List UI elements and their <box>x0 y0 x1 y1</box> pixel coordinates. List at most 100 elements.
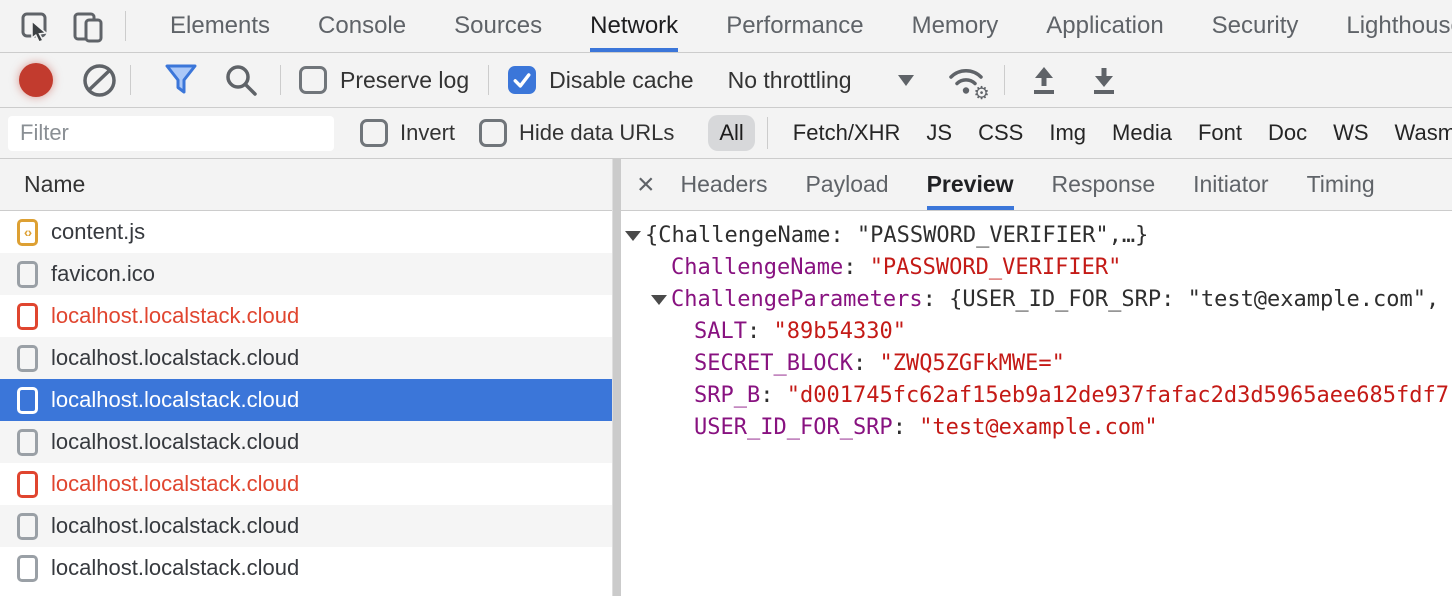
type-filter-all[interactable]: All <box>708 115 754 151</box>
search-icon[interactable] <box>223 62 260 99</box>
panel-split-divider[interactable] <box>612 159 621 596</box>
chevron-down-icon[interactable] <box>898 75 914 86</box>
name-column-header[interactable]: Name <box>0 159 612 211</box>
tab-sources[interactable]: Sources <box>454 0 542 52</box>
type-filter-doc[interactable]: Doc <box>1268 120 1307 146</box>
request-detail-panel: × Headers Payload Preview Response Initiator… <box>621 159 1452 596</box>
throttling-select[interactable]: No throttling <box>728 67 852 94</box>
type-filter-font[interactable]: Font <box>1198 120 1242 146</box>
detail-tabs: Headers Payload Preview Response Initiator Ti… <box>655 159 1394 210</box>
filter-input[interactable] <box>8 116 334 151</box>
json-string-value: "89b54330" <box>773 319 905 344</box>
request-name: localhost.localstack.cloud <box>51 513 299 539</box>
type-filter-js[interactable]: JS <box>926 120 952 146</box>
table-row[interactable]: localhost.localstack.cloud <box>0 463 612 505</box>
inspect-element-icon[interactable] <box>20 11 51 42</box>
expander-triangle-icon[interactable] <box>625 231 641 241</box>
hide-data-urls-label[interactable]: Hide data URLs <box>519 120 674 146</box>
tab-memory[interactable]: Memory <box>912 0 999 52</box>
hide-data-urls-checkbox[interactable] <box>479 119 507 147</box>
detail-tab-payload[interactable]: Payload <box>805 159 888 210</box>
main-tab-strip: Elements Console Sources Network Performance… <box>0 0 1452 53</box>
json-text: : <box>893 415 920 440</box>
tab-network[interactable]: Network <box>590 0 678 52</box>
toolbar-separator <box>125 11 126 41</box>
json-tree-line[interactable]: ChallengeName: "PASSWORD_VERIFIER" <box>621 252 1452 284</box>
request-list-panel: Name ‹›content.jsfavicon.icolocalhost.lo… <box>0 159 612 596</box>
table-row[interactable]: ‹› content.js <box>0 211 612 253</box>
tab-elements[interactable]: Elements <box>170 0 270 52</box>
type-filter-css[interactable]: CSS <box>978 120 1023 146</box>
detail-tab-timing[interactable]: Timing <box>1307 159 1375 210</box>
json-key: USER_ID_FOR_SRP <box>694 415 893 440</box>
tab-lighthouse[interactable]: Lighthouse <box>1346 0 1452 52</box>
json-tree-line[interactable]: {ChallengeName: "PASSWORD_VERIFIER",…} <box>621 220 1452 252</box>
request-rows: ‹›content.jsfavicon.icolocalhost.localst… <box>0 211 612 589</box>
script-glyph: ‹› <box>24 225 31 239</box>
document-file-icon <box>17 303 38 330</box>
type-filter-img[interactable]: Img <box>1049 120 1086 146</box>
table-row[interactable]: localhost.localstack.cloud <box>0 421 612 463</box>
request-name: localhost.localstack.cloud <box>51 471 299 497</box>
json-tree-line[interactable]: USER_ID_FOR_SRP: "test@example.com" <box>621 412 1452 444</box>
disable-cache-checkbox[interactable] <box>508 66 536 94</box>
table-row[interactable]: favicon.ico <box>0 253 612 295</box>
json-tree-line[interactable]: SECRET_BLOCK: "ZWQ5ZGFkMWE=" <box>621 348 1452 380</box>
close-icon[interactable]: × <box>637 170 655 200</box>
table-row[interactable]: localhost.localstack.cloud <box>0 295 612 337</box>
import-har-icon[interactable] <box>1027 63 1061 97</box>
filter-funnel-icon[interactable] <box>161 61 201 99</box>
clear-log-icon[interactable] <box>81 62 118 99</box>
invert-checkbox[interactable] <box>360 119 388 147</box>
json-tree-line[interactable]: SRP_B: "d001745fc62af15eb9a12de937fafac2… <box>621 380 1452 412</box>
request-name: content.js <box>51 219 145 245</box>
disable-cache-label[interactable]: Disable cache <box>549 67 693 94</box>
table-row[interactable]: localhost.localstack.cloud <box>0 337 612 379</box>
toolbar-separator <box>1004 65 1005 95</box>
invert-label[interactable]: Invert <box>400 120 455 146</box>
filter-separator <box>767 117 768 149</box>
type-filter-fetch-xhr[interactable]: Fetch/XHR <box>793 120 901 146</box>
json-key: SALT <box>694 319 747 344</box>
type-filter-ws[interactable]: WS <box>1333 120 1368 146</box>
network-toolbar: Preserve log Disable cache No throttling… <box>0 53 1452 108</box>
preserve-log-label[interactable]: Preserve log <box>340 67 469 94</box>
detail-tab-strip: × Headers Payload Preview Response Initiator… <box>621 159 1452 211</box>
document-file-icon <box>17 261 38 288</box>
detail-tab-initiator[interactable]: Initiator <box>1193 159 1268 210</box>
json-key: ChallengeParameters <box>671 287 923 312</box>
toolbar-separator <box>130 65 131 95</box>
json-key: SECRET_BLOCK <box>694 351 853 376</box>
main-tabs: Elements Console Sources Network Performance… <box>146 0 1452 52</box>
json-text: {USER_ID_FOR_SRP: "test@example.com", <box>949 287 1439 312</box>
preview-json-tree: {ChallengeName: "PASSWORD_VERIFIER",…}Ch… <box>621 212 1452 596</box>
detail-tab-response[interactable]: Response <box>1052 159 1156 210</box>
table-row[interactable]: localhost.localstack.cloud <box>0 547 612 589</box>
tab-security[interactable]: Security <box>1212 0 1299 52</box>
export-har-icon[interactable] <box>1087 63 1121 97</box>
device-toolbar-icon[interactable] <box>71 9 105 43</box>
record-button[interactable] <box>19 63 53 97</box>
tab-performance[interactable]: Performance <box>726 0 863 52</box>
request-name: localhost.localstack.cloud <box>51 555 299 581</box>
type-filter-wasm[interactable]: Wasm <box>1395 120 1452 146</box>
request-name: localhost.localstack.cloud <box>51 429 299 455</box>
preserve-log-checkbox[interactable] <box>299 66 327 94</box>
json-key: ChallengeName <box>671 255 843 280</box>
tab-application[interactable]: Application <box>1046 0 1163 52</box>
table-row[interactable]: localhost.localstack.cloud <box>0 379 612 421</box>
json-string-value: "ZWQ5ZGFkMWE=" <box>879 351 1064 376</box>
json-tree-line[interactable]: SALT: "89b54330" <box>621 316 1452 348</box>
toolbar-separator <box>280 65 281 95</box>
type-filter-media[interactable]: Media <box>1112 120 1172 146</box>
json-text: : <box>923 287 950 312</box>
json-text: : <box>760 383 787 408</box>
detail-tab-preview[interactable]: Preview <box>927 159 1014 210</box>
network-conditions-icon[interactable]: ⚙ <box>944 62 988 98</box>
table-row[interactable]: localhost.localstack.cloud <box>0 505 612 547</box>
expander-triangle-icon[interactable] <box>651 295 667 305</box>
json-tree-line[interactable]: ChallengeParameters: {USER_ID_FOR_SRP: "… <box>621 284 1452 316</box>
tab-console[interactable]: Console <box>318 0 406 52</box>
toolbar-separator <box>488 65 489 95</box>
detail-tab-headers[interactable]: Headers <box>681 159 768 210</box>
